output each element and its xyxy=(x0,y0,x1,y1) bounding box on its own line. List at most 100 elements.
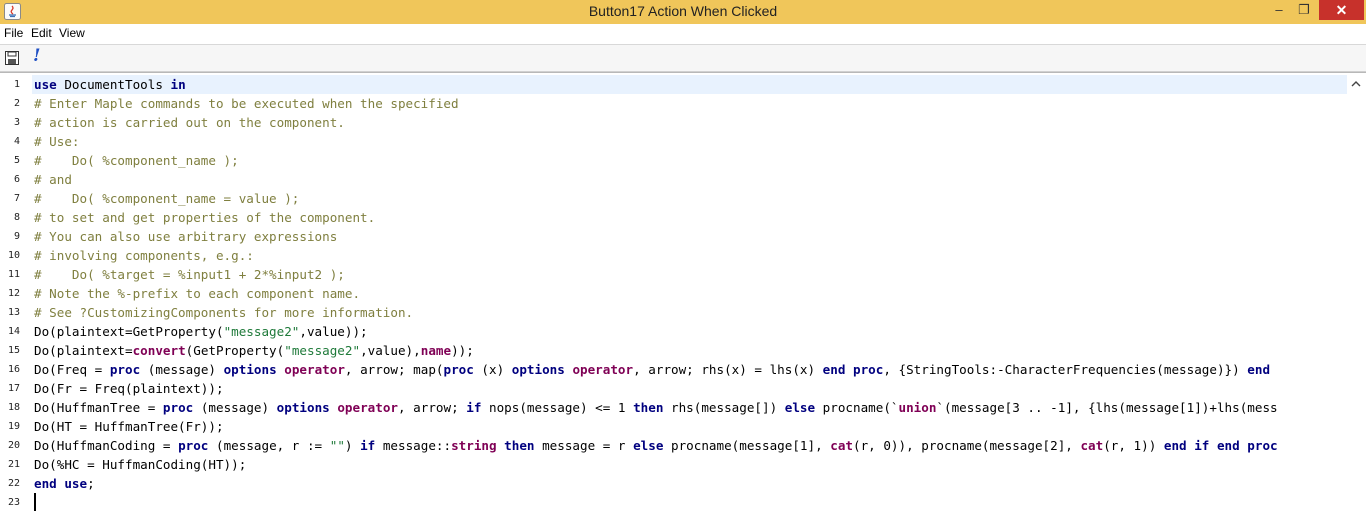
code-token: (r, 1)) xyxy=(1103,438,1164,453)
line-number-gutter: 1 2 3 4 5 6 7 8 9 10 11 12 13 14 15 16 17 18 19 20 21 22 23 xyxy=(0,73,28,521)
code-token: Do(plaintext= xyxy=(34,343,133,358)
code-token: # Do( %target = %input1 + 2*%input2 ); xyxy=(34,267,345,282)
code-line: # involving components, e.g.: xyxy=(34,246,254,265)
menu-view[interactable]: View xyxy=(59,26,85,40)
menu-bar: File Edit View xyxy=(0,24,1366,44)
line-number: 10 xyxy=(7,250,20,261)
code-token: options xyxy=(511,362,565,377)
code-token: name xyxy=(420,343,452,358)
code-editor[interactable]: 1 2 3 4 5 6 7 8 9 10 11 12 13 14 15 16 17 18 19 20 21 22 23 us… xyxy=(0,72,1366,521)
maximize-button[interactable]: ❐ xyxy=(1292,0,1316,20)
code-token: # action is carried out on the component… xyxy=(34,115,345,130)
code-line: # Do( %component_name = value ); xyxy=(34,189,299,208)
code-line: # You can also use arbitrary expressions xyxy=(34,227,337,246)
code-line: Do(HT = HuffmanTree(Fr)); xyxy=(34,417,224,436)
menu-file[interactable]: File xyxy=(4,26,23,40)
line-number: 20 xyxy=(7,440,20,451)
line-number: 7 xyxy=(13,193,20,204)
code-token: Do(HuffmanTree = xyxy=(34,400,163,415)
scroll-up-icon[interactable] xyxy=(1349,77,1363,91)
code-line: Do(HuffmanCoding = proc (message, r := "… xyxy=(34,436,1278,455)
code-token: (message, r := xyxy=(208,438,330,453)
code-token: # to set and get properties of the compo… xyxy=(34,210,376,225)
code-token: ,value), xyxy=(360,343,421,358)
code-token: ; xyxy=(87,476,95,491)
code-token: # Use: xyxy=(34,134,80,149)
line-number: 6 xyxy=(13,174,20,185)
current-line-highlight xyxy=(32,75,1347,94)
code-token: , arrow; map( xyxy=(344,362,444,377)
line-number: 15 xyxy=(7,345,20,356)
menu-edit[interactable]: Edit xyxy=(31,26,52,40)
code-token: , {StringTools:-CharacterFrequencies(mes… xyxy=(883,362,1248,377)
save-icon[interactable] xyxy=(5,51,19,65)
code-token: nops(message) <= 1 xyxy=(481,400,634,415)
code-token: cat xyxy=(830,438,853,453)
line-number: 19 xyxy=(7,421,20,432)
line-number: 22 xyxy=(7,478,20,489)
code-token: ) xyxy=(344,438,361,453)
minimize-button[interactable]: – xyxy=(1268,0,1290,20)
code-token: # involving components, e.g.: xyxy=(34,248,254,263)
code-token: then xyxy=(504,438,535,453)
code-token: (message) xyxy=(140,362,224,377)
code-token: cat xyxy=(1080,438,1104,453)
code-line: # Use: xyxy=(34,132,80,151)
code-token: , arrow; xyxy=(398,400,467,415)
code-line: use DocumentTools in xyxy=(34,75,186,94)
code-line: Do(plaintext=convert(GetProperty("messag… xyxy=(34,341,474,360)
code-token: # See ?CustomizingComponents for more in… xyxy=(34,305,414,320)
line-number: 16 xyxy=(7,364,20,375)
code-token: DocumentTools xyxy=(56,77,171,92)
text-caret xyxy=(34,493,36,511)
code-token: options xyxy=(223,362,277,377)
close-button[interactable]: ✕ xyxy=(1319,0,1364,20)
code-token: "" xyxy=(329,438,345,453)
code-token: operator xyxy=(337,400,398,415)
code-line: Do(Fr = Freq(plaintext)); xyxy=(34,379,224,398)
execute-icon[interactable]: ! xyxy=(33,46,40,66)
code-token: # Note the %-prefix to each component na… xyxy=(34,286,361,301)
line-number: 1 xyxy=(13,79,20,90)
code-token: proc xyxy=(443,362,474,377)
code-token: procname(` xyxy=(815,400,899,415)
toolbar: ! xyxy=(0,44,1366,72)
line-number: 11 xyxy=(7,269,20,280)
code-token: proc xyxy=(109,362,141,377)
code-token: (x) xyxy=(473,362,512,377)
code-token: `(message[3 .. -1], {lhs(message[1])+lhs… xyxy=(936,400,1278,415)
code-token: Do(%HC = HuffmanCoding(HT)); xyxy=(34,457,247,472)
code-line: # and xyxy=(34,170,72,189)
code-token: Do(Freq = xyxy=(34,362,110,377)
line-number: 23 xyxy=(7,497,20,508)
code-token: ,value)); xyxy=(299,324,368,339)
title-bar: Button17 Action When Clicked – ❐ ✕ xyxy=(0,0,1366,24)
line-number: 9 xyxy=(13,231,20,242)
code-line: # Note the %-prefix to each component na… xyxy=(34,284,360,303)
code-token: union xyxy=(898,400,937,415)
code-token: (r, 0)), procname(message[2], xyxy=(853,438,1081,453)
code-line: # Do( %target = %input1 + 2*%input2 ); xyxy=(34,265,345,284)
code-line: # Do( %component_name ); xyxy=(34,151,239,170)
code-token: end use xyxy=(34,476,88,491)
code-line: # Enter Maple commands to be executed wh… xyxy=(34,94,459,113)
code-token: rhs(message[]) xyxy=(663,400,785,415)
code-token: "message2" xyxy=(284,343,361,358)
code-line: Do(HuffmanTree = proc (message) options … xyxy=(34,398,1278,417)
code-token: # Do( %component_name = value ); xyxy=(34,191,300,206)
line-number: 12 xyxy=(7,288,20,299)
code-token: end proc xyxy=(822,362,884,377)
code-token: in xyxy=(170,77,186,92)
code-line: Do(Freq = proc (message) options operato… xyxy=(34,360,1270,379)
code-token: end if end proc xyxy=(1163,438,1278,453)
code-token: # Enter Maple commands to be executed wh… xyxy=(34,96,459,111)
code-token: Do(plaintext=GetProperty( xyxy=(34,324,224,339)
line-number: 3 xyxy=(13,117,20,128)
code-token: else xyxy=(784,400,816,415)
code-line: # See ?CustomizingComponents for more in… xyxy=(34,303,413,322)
code-token: operator xyxy=(284,362,345,377)
code-token: message:: xyxy=(375,438,452,453)
code-token: string xyxy=(451,438,497,453)
code-token: Do(HT = HuffmanTree(Fr)); xyxy=(34,419,224,434)
code-token: end xyxy=(1247,362,1271,377)
